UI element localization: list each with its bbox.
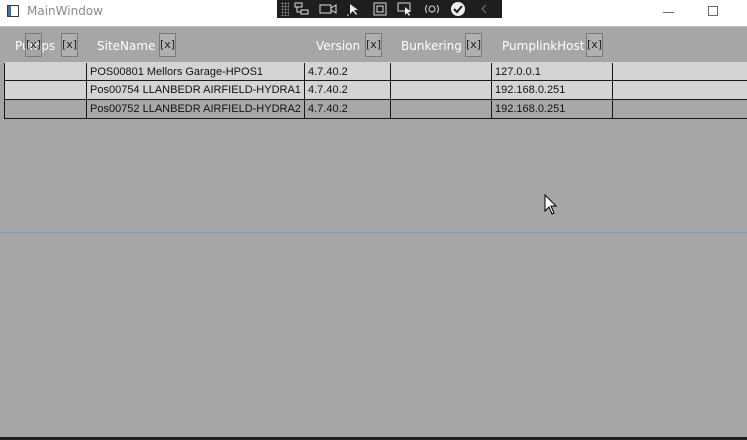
maximize-button[interactable] [690, 0, 736, 26]
pumplinkhost-cell[interactable]: 192.168.0.251 [492, 81, 613, 99]
pumplinkhost-cell[interactable]: 192.168.0.251 [492, 100, 613, 118]
record-icon[interactable] [315, 0, 341, 18]
sitename-cell[interactable]: Pos00752 LLANBEDR AIRFIELD-HYDRA2 [87, 100, 305, 118]
pumps-cell[interactable] [4, 100, 87, 118]
filler-cell [613, 81, 747, 99]
table-row[interactable]: Pos00754 LLANBEDR AIRFIELD-HYDRA1 4.7.40… [4, 81, 747, 100]
remove-column-button-overlay[interactable]: [x] [25, 33, 42, 57]
collapse-icon[interactable] [471, 0, 497, 18]
filler-cell [613, 63, 747, 81]
remove-sitename-column-button[interactable]: [x] [159, 33, 176, 57]
minimize-button[interactable] [644, 0, 690, 26]
version-cell[interactable]: 4.7.40.2 [305, 100, 391, 118]
table-row[interactable]: POS00801 Mellors Garage-HPOS1 4.7.40.2 1… [4, 62, 747, 81]
bunkering-cell[interactable] [391, 81, 492, 99]
sitename-cell[interactable]: POS00801 Mellors Garage-HPOS1 [87, 63, 305, 81]
splitter-line[interactable] [0, 232, 747, 233]
version-cell[interactable]: 4.7.40.2 [305, 63, 391, 81]
toolbar-grip-icon[interactable] [281, 2, 289, 16]
column-header-bunkering[interactable]: Bunkering [401, 39, 462, 53]
track-focus-icon[interactable] [393, 0, 419, 18]
remove-pumplinkhost-column-button[interactable]: [x] [586, 33, 603, 57]
version-cell[interactable]: 4.7.40.2 [305, 81, 391, 99]
window-title: MainWindow [27, 4, 103, 18]
hot-reload-icon[interactable] [419, 0, 445, 18]
sitename-cell[interactable]: Pos00754 LLANBEDR AIRFIELD-HYDRA1 [87, 81, 305, 99]
xaml-debug-toolbar [277, 0, 502, 18]
column-header-pumplinkhost[interactable]: PumplinkHost [502, 39, 584, 53]
pumplinkhost-cell[interactable]: 127.0.0.1 [492, 63, 613, 81]
display-layout-adorners-icon[interactable] [367, 0, 393, 18]
mouse-cursor-icon [544, 194, 558, 215]
select-element-icon[interactable] [341, 0, 367, 18]
column-header-row: Pumps [x] [x] SiteName [x] Version [x] B… [0, 28, 747, 62]
live-visual-tree-icon[interactable] [289, 0, 315, 18]
pumps-cell[interactable] [4, 81, 87, 99]
bunkering-cell[interactable] [391, 100, 492, 118]
pumps-cell[interactable] [4, 63, 87, 81]
binding-failures-icon[interactable] [445, 0, 471, 18]
bunkering-cell[interactable] [391, 63, 492, 81]
filler-cell [613, 100, 747, 118]
table-row[interactable]: Pos00752 LLANBEDR AIRFIELD-HYDRA2 4.7.40… [4, 100, 747, 119]
column-header-sitename[interactable]: SiteName [97, 39, 155, 53]
column-header-version[interactable]: Version [316, 39, 360, 53]
remove-bunkering-column-button[interactable]: [x] [465, 33, 482, 57]
sites-data-grid: POS00801 Mellors Garage-HPOS1 4.7.40.2 1… [4, 62, 747, 119]
remove-version-column-button[interactable]: [x] [365, 33, 382, 57]
window-app-icon[interactable] [7, 5, 19, 17]
remove-pumps-column-button[interactable]: [x] [61, 33, 78, 57]
